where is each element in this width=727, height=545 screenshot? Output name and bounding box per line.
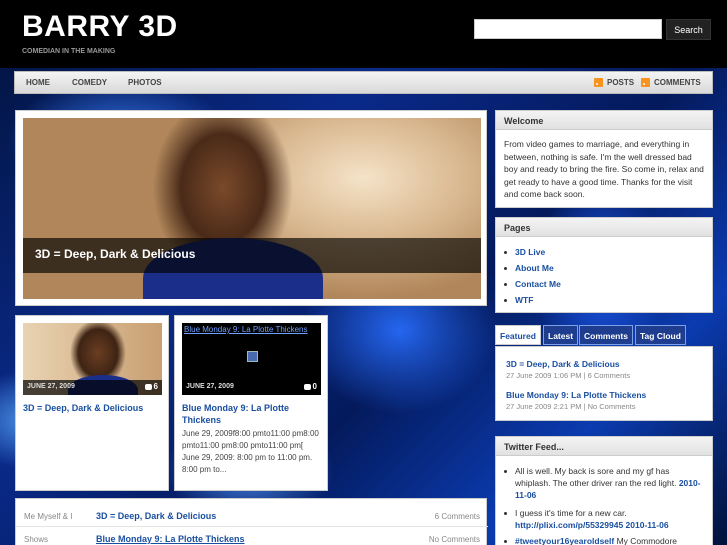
posts-feed-link[interactable]: POSTS	[594, 78, 634, 87]
tabbed-widget: Featured Latest Comments Tag Cloud 3D = …	[495, 323, 713, 421]
rss-icon	[594, 78, 603, 87]
post-title[interactable]: 3D = Deep, Dark & Delicious	[96, 511, 216, 521]
posts-feed-label: POSTS	[607, 78, 635, 87]
welcome-widget: Welcome From video games to marriage, an…	[495, 110, 713, 208]
comment-count[interactable]: 6	[144, 382, 158, 391]
page-link-3d-live[interactable]: 3D Live	[504, 247, 545, 257]
comment-count-value: 6	[153, 382, 158, 391]
list-item: Shows Blue Monday 9: La Plotte Thickens …	[16, 528, 488, 545]
featured-image[interactable]: 3D = Deep, Dark & Delicious	[23, 118, 481, 299]
bullet-icon	[504, 512, 507, 515]
featured-slider: 3D = Deep, Dark & Delicious	[15, 110, 487, 306]
comment-bubble-icon	[144, 383, 152, 390]
post-list: Me Myself & I 3D = Deep, Dark & Deliciou…	[15, 498, 488, 545]
post-thumbnail[interactable]: JUNE 27, 2009 6	[23, 323, 162, 395]
post-date: JUNE 27, 2009	[27, 383, 75, 390]
bullet-icon	[504, 250, 507, 254]
nav-item-comedy[interactable]: COMEDY	[72, 78, 107, 87]
tab-item-title[interactable]: 3D = Deep, Dark & Delicious	[506, 359, 620, 369]
broken-image-icon	[247, 351, 258, 362]
site-tagline: COMEDIAN IN THE MAKING	[22, 48, 116, 55]
comment-count-value: 0	[312, 382, 317, 391]
post-date: JUNE 27, 2009	[186, 383, 234, 390]
nav-item-home[interactable]: HOME	[26, 78, 50, 87]
page-link-label: 3D Live	[515, 247, 546, 257]
tab-latest[interactable]: Latest	[543, 325, 579, 345]
rss-icon	[641, 78, 650, 87]
twitter-widget: Twitter Feed... All is well. My back is …	[495, 436, 713, 545]
tweet-text: I guess it's time for a new car.	[515, 508, 627, 518]
tweet-text: My Commodore	[614, 536, 678, 545]
page-link-contact-me[interactable]: Contact Me	[504, 279, 561, 289]
comments-feed-label: COMMENTS	[654, 78, 701, 87]
tweet-item: I guess it's time for a new car. http://…	[504, 507, 704, 531]
post-comments[interactable]: No Comments	[429, 535, 480, 544]
page-link-label: Contact Me	[515, 279, 561, 289]
page-link-label: WTF	[515, 295, 534, 305]
comments-feed-link[interactable]: COMMENTS	[641, 78, 701, 87]
page-link-label: About Me	[515, 263, 554, 273]
tab-comments[interactable]: Comments	[579, 325, 633, 345]
tab-item-title[interactable]: Blue Monday 9: La Plotte Thickens	[506, 390, 646, 400]
pages-widget: Pages 3D Live About Me Contact Me WTF	[495, 217, 713, 313]
post-title[interactable]: Blue Monday 9: La Plotte Thickens	[96, 534, 245, 544]
page-link-about-me[interactable]: About Me	[504, 263, 554, 273]
tab-item-meta: 27 June 2009 2:21 PM | No Comments	[506, 402, 636, 411]
tweet-item: All is well. My back is sore and my gf h…	[504, 465, 704, 501]
thumbnail-bar: JUNE 27, 2009 0	[182, 380, 321, 395]
bullet-icon	[504, 470, 507, 473]
tweet-text: All is well. My back is sore and my gf h…	[515, 466, 677, 488]
welcome-text: From video games to marriage, and everyt…	[504, 139, 704, 199]
tab-featured[interactable]: Featured	[495, 325, 541, 345]
page-link-wtf[interactable]: WTF	[504, 295, 533, 305]
post-title[interactable]: Blue Monday 9: La Plotte Thickens	[182, 402, 322, 426]
nav-item-photos[interactable]: PHOTOS	[128, 78, 162, 87]
tab-item-meta: 27 June 2009 1:06 PM | 6 Comments	[506, 371, 631, 380]
widget-heading: Twitter Feed...	[496, 437, 712, 456]
widget-heading: Welcome	[496, 111, 712, 130]
list-item: Me Myself & I 3D = Deep, Dark & Deliciou…	[16, 505, 488, 527]
thumbnail-bar: JUNE 27, 2009 6	[23, 380, 162, 395]
widget-heading: Pages	[496, 218, 712, 237]
bullet-icon	[504, 298, 507, 302]
post-thumbnail[interactable]: Blue Monday 9: La Plotte Thickens JUNE 2…	[182, 323, 321, 395]
thumbnail-alt-text[interactable]: Blue Monday 9: La Plotte Thickens	[184, 325, 307, 334]
search-button[interactable]: Search	[666, 19, 711, 40]
comment-count[interactable]: 0	[303, 382, 317, 391]
post-card: JUNE 27, 2009 6 3D = Deep, Dark & Delici…	[15, 315, 169, 491]
comment-bubble-icon	[303, 383, 311, 390]
tab-panel: 3D = Deep, Dark & Delicious 27 June 2009…	[495, 346, 713, 421]
featured-title[interactable]: 3D = Deep, Dark & Delicious	[35, 247, 195, 261]
search-input[interactable]	[474, 19, 662, 39]
post-excerpt: June 29, 2009f8:00 pmto11:00 pm8:00 pmto…	[182, 429, 319, 474]
tweet-hashtag-link[interactable]: #tweetyour16yearoldself	[515, 536, 614, 545]
featured-caption: 3D = Deep, Dark & Delicious	[23, 238, 481, 273]
post-card: Blue Monday 9: La Plotte Thickens JUNE 2…	[174, 315, 328, 491]
tab-tag-cloud[interactable]: Tag Cloud	[635, 325, 686, 345]
bullet-icon	[504, 540, 507, 543]
main-nav: HOME COMEDY PHOTOS POSTS COMMENTS	[14, 71, 713, 94]
bullet-icon	[504, 266, 507, 270]
post-category[interactable]: Me Myself & I	[24, 512, 72, 521]
post-category[interactable]: Shows	[24, 535, 48, 544]
tweet-item: #tweetyour16yearoldself My Commodore	[504, 535, 704, 545]
post-comments[interactable]: 6 Comments	[435, 512, 480, 521]
site-header: BARRY 3D COMEDIAN IN THE MAKING Search	[0, 0, 727, 68]
post-title[interactable]: 3D = Deep, Dark & Delicious	[23, 402, 163, 414]
site-title[interactable]: BARRY 3D	[22, 10, 178, 44]
bullet-icon	[504, 282, 507, 286]
tweet-link[interactable]: http://plixi.com/p/55329945 2010-11-06	[515, 520, 669, 530]
